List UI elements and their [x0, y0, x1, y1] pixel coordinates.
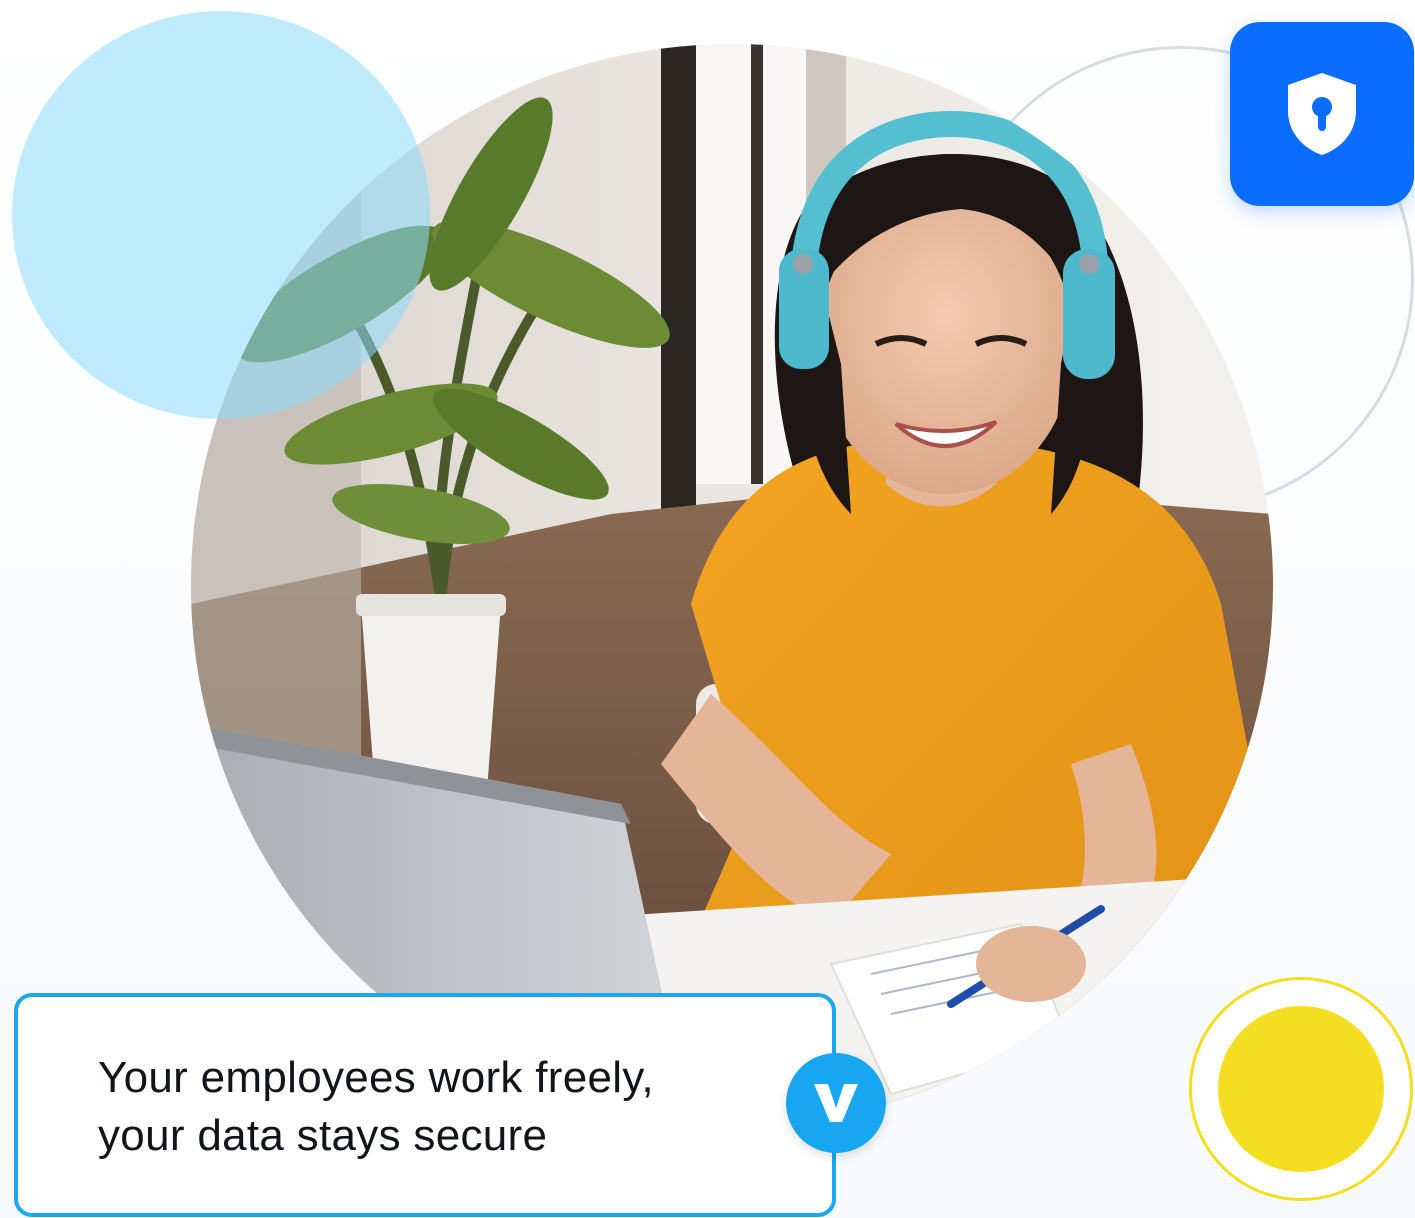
- v-logo-icon: [814, 1084, 858, 1122]
- caption-card: Your employees work freely, your data st…: [14, 993, 836, 1217]
- yellow-ring-decoration: [1189, 977, 1413, 1201]
- caption-line-1: Your employees work freely,: [98, 1053, 654, 1102]
- brand-badge: [786, 1053, 886, 1153]
- blue-circle-decoration: [12, 11, 430, 419]
- shield-keyhole-icon: [1288, 73, 1356, 155]
- caption-text: Your employees work freely, your data st…: [98, 1049, 758, 1165]
- shield-badge: [1230, 22, 1414, 206]
- caption-line-2: your data stays secure: [98, 1111, 548, 1160]
- yellow-dot-decoration: [1218, 1006, 1384, 1172]
